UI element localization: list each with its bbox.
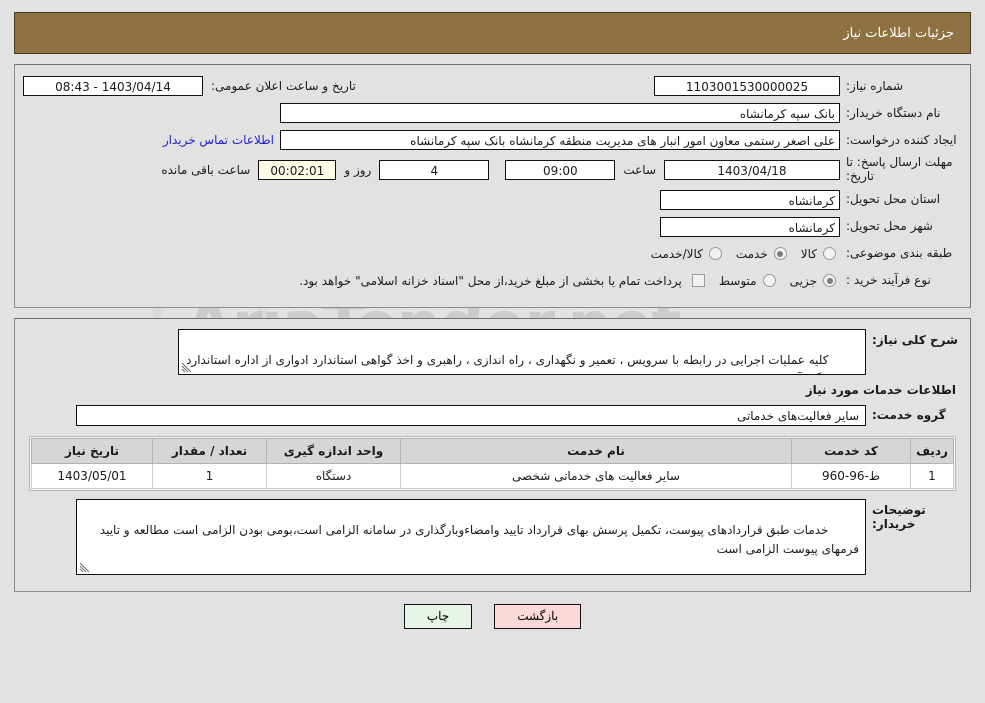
row-purchase-type: نوع فرآیند خرید : جزیی متوسط پرداخت تمام… bbox=[23, 270, 962, 292]
resize-handle-icon[interactable] bbox=[79, 562, 89, 573]
radio-category-khedmat[interactable] bbox=[773, 247, 787, 261]
deadline-label: مهلت ارسال پاسخ: تا تاریخ: bbox=[846, 155, 953, 183]
general-description-textarea[interactable]: کلیه عملیات اجرایی در رابطه با سرویس ، ت… bbox=[178, 328, 866, 375]
row-deadline: مهلت ارسال پاسخ: تا تاریخ: 1403/04/18 سا… bbox=[23, 155, 962, 184]
th-radif: ردیف bbox=[910, 437, 954, 464]
cell-service-code: ط-96-960 bbox=[791, 462, 911, 489]
row-category: طبقه بندی موضوعی: کالا خدمت کالا/خدمت bbox=[23, 243, 962, 265]
row-buyer-notes: توضیحات خریدار: خدمات طبق قراردادهای پیو… bbox=[23, 498, 962, 575]
days-and-label: روز و bbox=[344, 162, 372, 177]
public-announce-field[interactable]: 1403/04/14 - 08:43 bbox=[23, 76, 203, 96]
services-table-wrapper: ردیف کد خدمت نام خدمت واحد اندازه گیری ت… bbox=[29, 435, 956, 491]
buyer-org-label: نام دستگاه خریدار: bbox=[846, 105, 941, 120]
services-table-head: ردیف کد خدمت نام خدمت واحد اندازه گیری ت… bbox=[31, 437, 954, 464]
cell-quantity: 1 bbox=[152, 462, 267, 489]
treasury-note-text: پرداخت تمام یا بخشی از مبلغ خرید،از محل … bbox=[299, 273, 682, 288]
hours-remaining-label: ساعت باقی مانده bbox=[161, 162, 251, 177]
general-description-label: شرح کلی نیاز: bbox=[872, 332, 958, 347]
action-button-bar: بازگشت چاپ bbox=[0, 603, 985, 629]
category-label: طبقه بندی موضوعی: bbox=[846, 246, 953, 261]
public-announce-label: تاریخ و ساعت اعلان عمومی: bbox=[211, 79, 356, 93]
radio-purchase-motavaset[interactable] bbox=[762, 274, 776, 288]
services-section-heading: اطلاعات خدمات مورد نیاز bbox=[805, 382, 956, 397]
deadline-hour-label: ساعت bbox=[623, 162, 656, 177]
radio-category-khedmat-label: خدمت bbox=[735, 246, 768, 261]
buyer-notes-label: توضیحات خریدار: bbox=[872, 502, 926, 531]
cell-need-date: 1403/05/01 bbox=[31, 462, 153, 489]
row-creator: ایجاد کننده درخواست: علی اصغر رستمی معاو… bbox=[23, 129, 962, 151]
th-need-date: تاریخ نیاز bbox=[31, 437, 153, 464]
th-unit: واحد اندازه گیری bbox=[266, 437, 401, 464]
services-table: ردیف کد خدمت نام خدمت واحد اندازه گیری ت… bbox=[31, 437, 954, 489]
cell-service-name: سایر فعالیت های خدماتی شخصی bbox=[400, 462, 792, 489]
page-root: جزئیات اطلاعات نیاز شماره نیاز: 11030015… bbox=[0, 12, 985, 629]
th-quantity: تعداد / مقدار bbox=[152, 437, 267, 464]
page-title: جزئیات اطلاعات نیاز bbox=[14, 12, 971, 54]
buyer-notes-textarea[interactable]: خدمات طبق قراردادهای پیوست، تکمیل پرسش ب… bbox=[76, 498, 866, 575]
radio-category-kala-label: کالا bbox=[800, 246, 817, 261]
service-group-field[interactable]: سایر فعالیت‌های خدماتی bbox=[76, 404, 866, 426]
row-service-group: گروه خدمت: سایر فعالیت‌های خدماتی bbox=[23, 404, 962, 426]
city-field[interactable]: کرمانشاه bbox=[660, 216, 840, 237]
print-button[interactable]: چاپ bbox=[403, 603, 473, 629]
city-label: شهر محل تحویل: bbox=[846, 219, 933, 234]
cell-radif: 1 bbox=[910, 462, 954, 489]
back-button[interactable]: بازگشت bbox=[494, 603, 582, 629]
row-general-description: شرح کلی نیاز: کلیه عملیات اجرایی در رابط… bbox=[23, 328, 962, 375]
cell-unit: دستگاه bbox=[266, 462, 401, 489]
province-label: استان محل تحویل: bbox=[846, 192, 941, 207]
creator-field[interactable]: علی اصغر رستمی معاون امور انبار های مدیر… bbox=[280, 130, 840, 150]
countdown-timer: 00:02:01 bbox=[258, 159, 337, 180]
buyer-contact-link[interactable]: اطلاعات تماس خریدار bbox=[157, 133, 280, 147]
need-number-label: شماره نیاز: bbox=[846, 78, 903, 93]
th-service-code: کد خدمت bbox=[791, 437, 911, 464]
row-city: شهر محل تحویل: کرمانشاه bbox=[23, 216, 962, 238]
province-field[interactable]: کرمانشاه bbox=[660, 189, 840, 210]
need-number-field[interactable]: 1103001530000025 bbox=[654, 76, 840, 96]
radio-category-kala-khedmat[interactable] bbox=[708, 247, 722, 261]
radio-purchase-jozei-label: جزیی bbox=[789, 273, 817, 288]
need-info-panel: شماره نیاز: 1103001530000025 تاریخ و ساع… bbox=[14, 64, 971, 308]
buyer-notes-text: خدمات طبق قراردادهای پیوست، تکمیل پرسش ب… bbox=[95, 523, 859, 556]
table-row: 1 ط-96-960 سایر فعالیت های خدماتی شخصی د… bbox=[31, 462, 954, 489]
deadline-time-field[interactable]: 09:00 bbox=[505, 159, 616, 180]
row-province: استان محل تحویل: کرمانشاه bbox=[23, 189, 962, 211]
radio-purchase-jozei[interactable] bbox=[823, 274, 836, 288]
row-buyer-org: نام دستگاه خریدار: بانک سپه کرمانشاه bbox=[23, 102, 962, 124]
deadline-date-field[interactable]: 1403/04/18 bbox=[664, 159, 840, 180]
days-remaining-field: 4 bbox=[379, 159, 490, 180]
page-title-text: جزئیات اطلاعات نیاز bbox=[843, 25, 954, 41]
service-group-label: گروه خدمت: bbox=[872, 408, 946, 423]
general-description-text: کلیه عملیات اجرایی در رابطه با سرویس ، ت… bbox=[186, 353, 859, 373]
table-header-row: ردیف کد خدمت نام خدمت واحد اندازه گیری ت… bbox=[31, 437, 954, 464]
creator-label: ایجاد کننده درخواست: bbox=[846, 132, 957, 147]
buyer-org-field[interactable]: بانک سپه کرمانشاه bbox=[280, 103, 840, 123]
need-details-panel: شرح کلی نیاز: کلیه عملیات اجرایی در رابط… bbox=[14, 317, 971, 592]
purchase-type-label: نوع فرآیند خرید : bbox=[846, 273, 931, 288]
treasury-documents-checkbox[interactable] bbox=[691, 274, 705, 288]
radio-category-kala-khedmat-label: کالا/خدمت bbox=[650, 246, 703, 261]
th-service-name: نام خدمت bbox=[400, 437, 792, 464]
radio-category-kala[interactable] bbox=[823, 247, 836, 261]
radio-purchase-motavaset-label: متوسط bbox=[718, 273, 757, 288]
services-table-body: 1 ط-96-960 سایر فعالیت های خدماتی شخصی د… bbox=[31, 462, 954, 489]
row-need-number: شماره نیاز: 1103001530000025 تاریخ و ساع… bbox=[23, 75, 962, 97]
